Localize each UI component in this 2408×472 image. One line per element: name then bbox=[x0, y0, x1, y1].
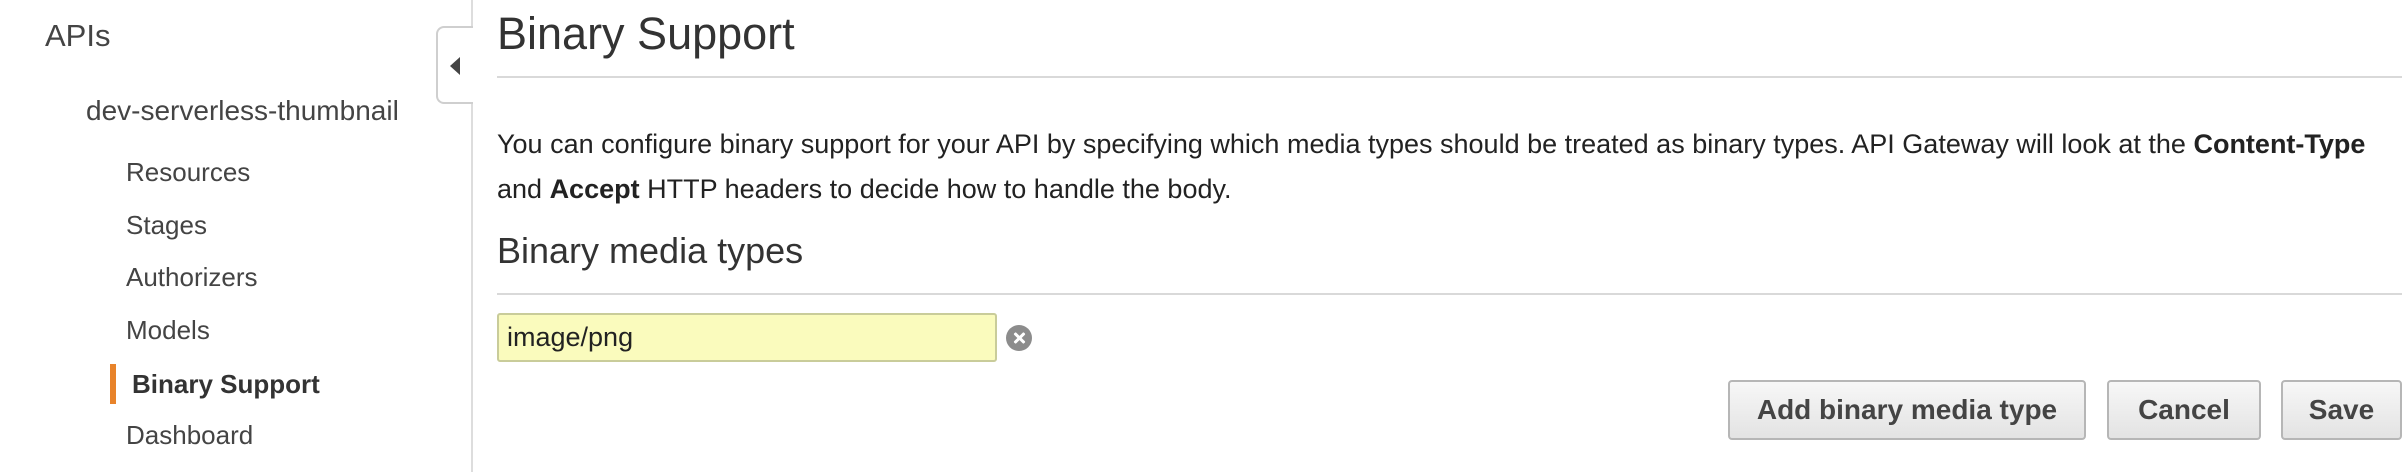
chevron-left-icon bbox=[450, 57, 460, 75]
main-content: Binary Support You can configure binary … bbox=[497, 0, 2402, 472]
description-part1: You can configure binary support for you… bbox=[497, 129, 2194, 159]
sidebar-collapse-button[interactable] bbox=[436, 26, 473, 104]
sidebar-item-dashboard[interactable]: Dashboard bbox=[126, 420, 253, 451]
sidebar-item-authorizers[interactable]: Authorizers bbox=[126, 262, 258, 293]
save-button[interactable]: Save bbox=[2281, 380, 2402, 440]
description-part3: HTTP headers to decide how to handle the… bbox=[639, 174, 1232, 204]
active-item-marker bbox=[110, 364, 116, 404]
sidebar-item-stages[interactable]: Stages bbox=[126, 210, 207, 241]
description-content-type: Content-Type bbox=[2193, 129, 2366, 159]
cancel-button[interactable]: Cancel bbox=[2107, 380, 2261, 440]
section-divider bbox=[497, 293, 2402, 295]
api-name-link[interactable]: dev-serverless-thumbnail bbox=[86, 95, 399, 127]
add-binary-media-type-button[interactable]: Add binary media type bbox=[1728, 380, 2086, 440]
sidebar: APIs dev-serverless-thumbnail Resources … bbox=[0, 0, 473, 472]
remove-circle-icon[interactable] bbox=[1006, 325, 1032, 351]
description-accept: Accept bbox=[549, 174, 640, 204]
page: APIs dev-serverless-thumbnail Resources … bbox=[0, 0, 2408, 472]
sidebar-item-binary-support[interactable]: Binary Support bbox=[132, 369, 320, 400]
description-part2: and bbox=[497, 174, 550, 204]
binary-media-type-input[interactable] bbox=[497, 313, 997, 362]
sidebar-item-models[interactable]: Models bbox=[126, 315, 210, 346]
description-text: You can configure binary support for you… bbox=[497, 122, 2402, 212]
sidebar-item-resources[interactable]: Resources bbox=[126, 157, 250, 188]
title-divider bbox=[497, 76, 2402, 78]
page-title: Binary Support bbox=[497, 8, 795, 59]
section-title-binary-media-types: Binary media types bbox=[497, 230, 804, 271]
apis-link[interactable]: APIs bbox=[45, 18, 110, 54]
